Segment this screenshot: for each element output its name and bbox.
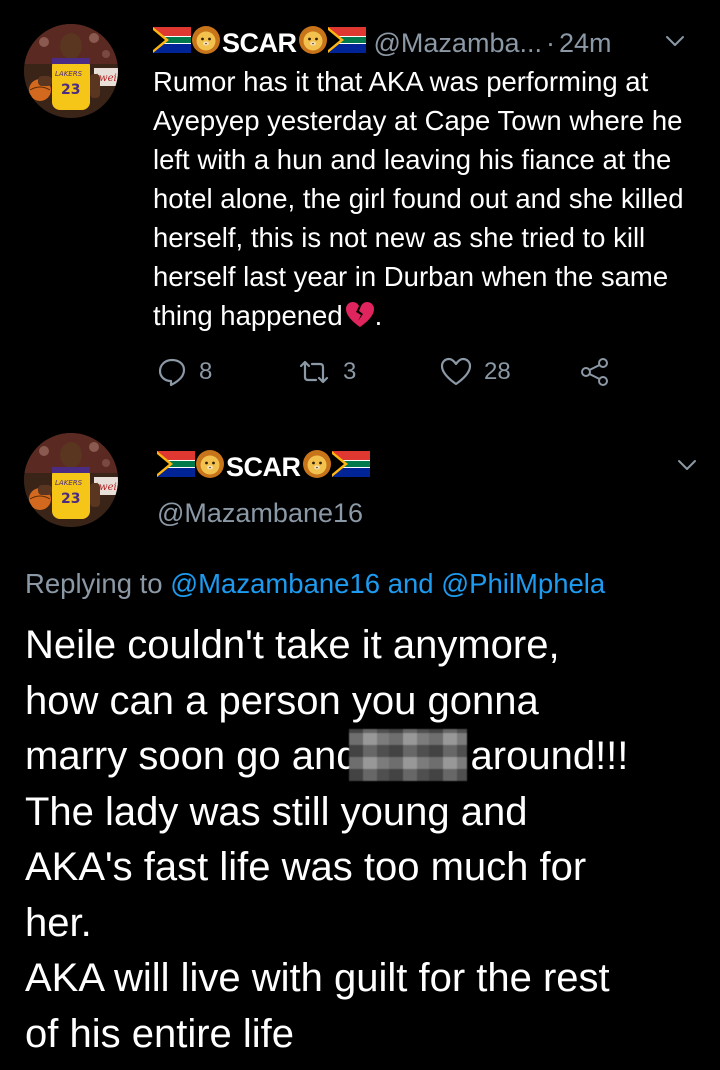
tweet2-line: The lady was still young and: [25, 789, 528, 834]
svg-text:LAKERS: LAKERS: [55, 479, 83, 487]
svg-text:23: 23: [61, 82, 80, 98]
tweet2-line: of his entire life: [25, 1011, 295, 1056]
tweet2-text: Neile couldn't take it anymore, how can …: [25, 618, 705, 1062]
like-count: 28: [484, 358, 511, 385]
separator-dot: ·: [545, 27, 555, 58]
tweet2-header: SCAR: [157, 448, 370, 486]
tweet1-display-name[interactable]: SCAR: [222, 28, 297, 59]
south-africa-flag-icon: [327, 26, 366, 60]
tweet2-display-name[interactable]: SCAR: [226, 452, 301, 483]
tweet1-body-text: Rumor has it that AKA was performing at …: [153, 66, 684, 331]
heart-icon: [440, 357, 472, 386]
tweet2-line: marry soon go and around!!!: [25, 729, 705, 785]
tweet1-body-end: .: [374, 300, 383, 331]
reply-count: 8: [199, 358, 213, 385]
tweet1-header: SCAR @Mazamba... · 24m: [153, 24, 612, 62]
mention-link[interactable]: @PhilMphela: [441, 568, 605, 599]
lion-face-icon: [195, 449, 225, 486]
svg-text:23: 23: [61, 491, 80, 507]
retweet-count: 3: [343, 358, 357, 385]
south-africa-flag-icon: [153, 26, 191, 60]
share-button[interactable]: [580, 357, 610, 387]
mention-and[interactable]: and: [388, 568, 434, 599]
replying-to-line: Replying to @Mazambane16 and @PhilMphela: [25, 568, 605, 600]
replying-prefix: Replying to: [25, 568, 163, 599]
lion-face-icon: [191, 25, 221, 62]
lion-face-icon: [298, 25, 328, 62]
tweet2-line-part: marry soon go and: [25, 734, 359, 778]
tweet2-line: AKA will live with guilt for the rest: [25, 956, 610, 1000]
tweet2-line: AKA's fast life was too much for: [25, 845, 587, 889]
broken-heart-icon: [345, 300, 375, 339]
tweet1-timestamp[interactable]: 24m: [559, 28, 612, 59]
censored-word-blur: [348, 729, 467, 781]
tweet1-text: Rumor has it that AKA was performing at …: [153, 62, 701, 339]
share-icon: [581, 358, 608, 386]
south-africa-flag-icon: [157, 450, 195, 484]
chevron-down-icon[interactable]: [663, 29, 687, 53]
tweet1-actions: 8 3 28: [157, 357, 627, 391]
tweet1-avatar[interactable]: tweis LAKERS 23: [24, 24, 118, 118]
tweet2-avatar[interactable]: tweis LAKERS 23: [24, 433, 118, 527]
reply-icon: [158, 358, 186, 387]
tweet2-line: her.: [25, 900, 92, 945]
svg-text:LAKERS: LAKERS: [55, 70, 83, 78]
tweet2-line: how can a person you gonna: [25, 678, 539, 723]
reply-button[interactable]: 8: [157, 357, 212, 387]
tweet2-handle[interactable]: @Mazambane16: [157, 498, 363, 529]
tweet2-line-part: around!!!: [470, 734, 629, 778]
like-button[interactable]: 28: [440, 357, 511, 387]
tweet2-line: Neile couldn't take it anymore,: [25, 623, 560, 667]
chevron-down-icon[interactable]: [675, 453, 699, 477]
lion-face-icon: [302, 449, 332, 486]
south-africa-flag-icon: [331, 450, 370, 484]
mention-link[interactable]: @Mazambane16: [170, 568, 380, 599]
retweet-button[interactable]: 3: [297, 357, 356, 387]
retweet-icon: [299, 360, 329, 384]
tweet1-handle[interactable]: @Mazamba...: [374, 28, 542, 59]
